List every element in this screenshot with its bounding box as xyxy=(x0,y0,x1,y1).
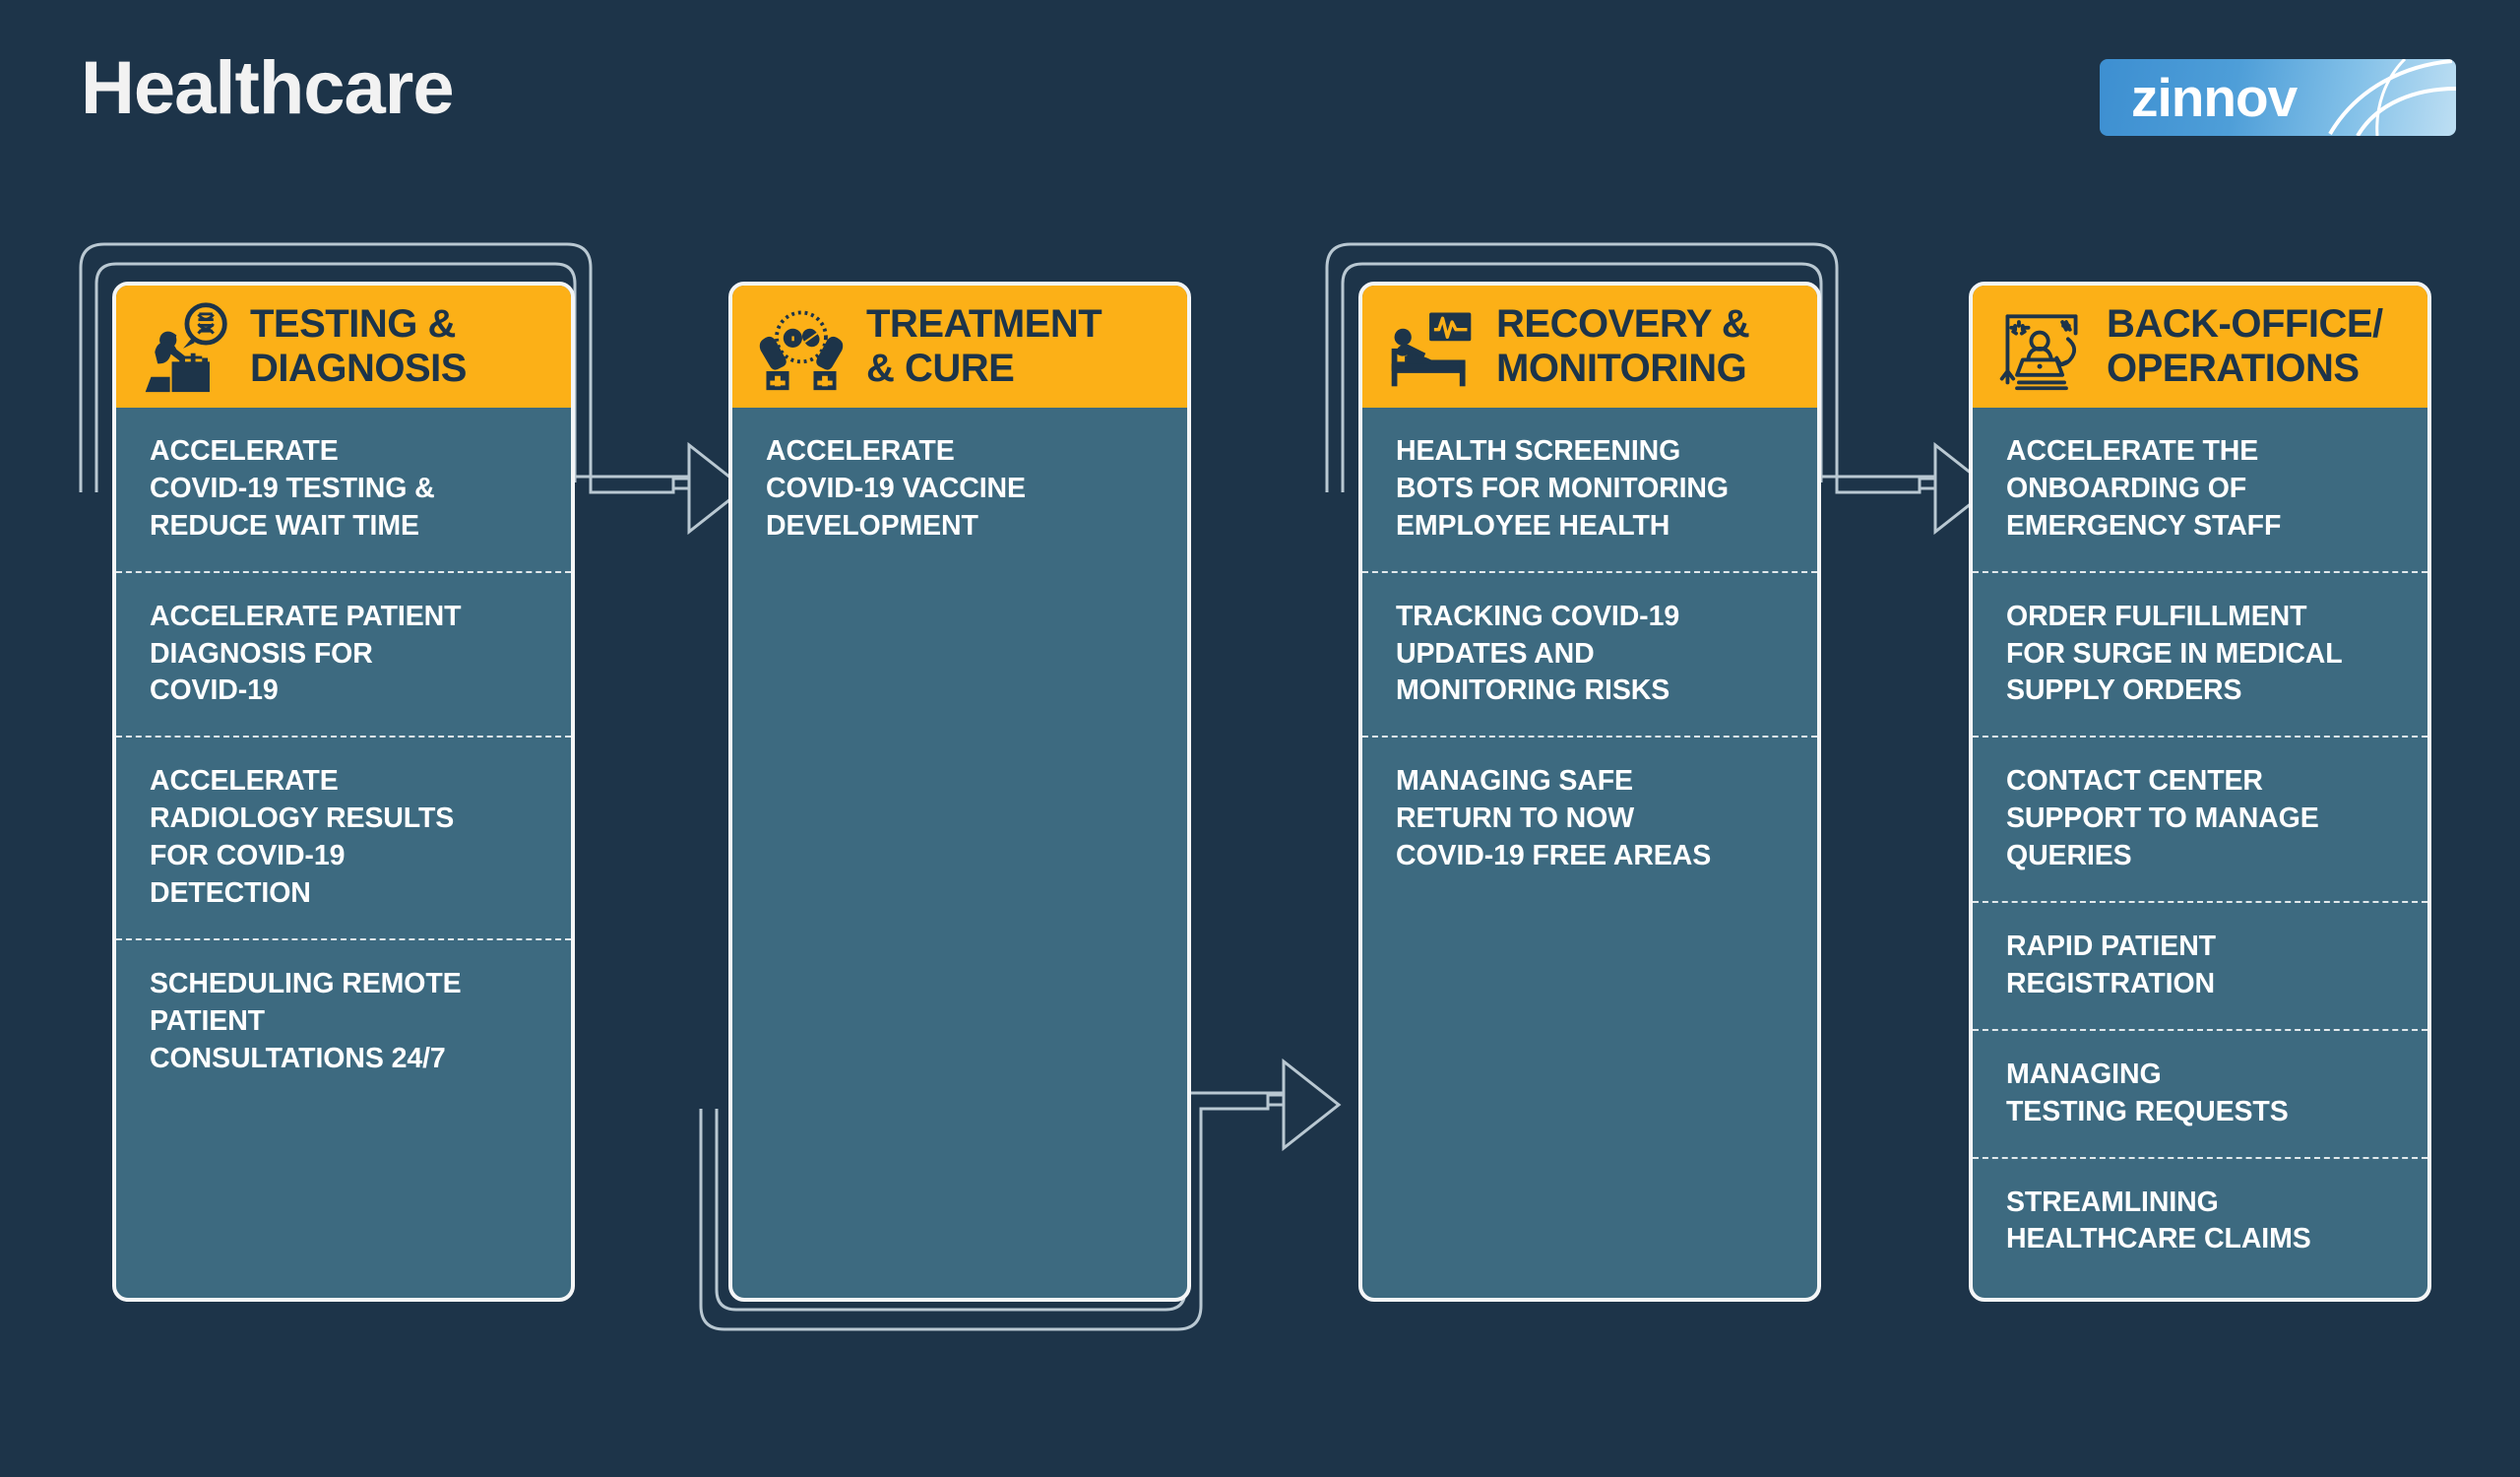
list-item[interactable]: ORDER FULFILLMENT FOR SURGE IN MEDICAL S… xyxy=(1973,573,2427,738)
list-item[interactable]: ACCELERATE COVID-19 VACCINE DEVELOPMENT xyxy=(732,408,1187,571)
stage-card-recovery-monitoring[interactable]: RECOVERY & MONITORING HEALTH SCREENING B… xyxy=(1358,282,1821,1302)
stage-title: TREATMENT & CURE xyxy=(866,301,1102,390)
list-item[interactable]: CONTACT CENTER SUPPORT TO MANAGE QUERIES xyxy=(1973,738,2427,904)
list-item[interactable]: MANAGING SAFE RETURN TO NOW COVID-19 FRE… xyxy=(1362,738,1817,901)
stage-item-list: ACCELERATE THE ONBOARDING OF EMERGENCY S… xyxy=(1973,408,2427,1284)
stage-header: BACK-OFFICE/ OPERATIONS xyxy=(1973,286,2427,408)
list-item[interactable]: STREAMLINING HEALTHCARE CLAIMS xyxy=(1973,1159,2427,1285)
stage-title: TESTING & DIAGNOSIS xyxy=(250,301,467,390)
lab-technician-microscope-dna-icon xyxy=(145,302,227,393)
list-item[interactable]: MANAGING TESTING REQUESTS xyxy=(1973,1031,2427,1159)
patient-bed-ecg-monitor-icon xyxy=(1391,312,1472,387)
stage-card-testing-diagnosis[interactable]: TESTING & DIAGNOSIS ACCELERATE COVID-19 … xyxy=(112,282,575,1302)
stage-title: RECOVERY & MONITORING xyxy=(1496,301,1750,390)
stage-header: RECOVERY & MONITORING xyxy=(1362,286,1817,408)
stage-item-list: ACCELERATE COVID-19 VACCINE DEVELOPMENT xyxy=(732,408,1187,571)
stage-item-list: ACCELERATE COVID-19 TESTING & REDUCE WAI… xyxy=(116,408,571,1104)
office-worker-laptop-desk-icon xyxy=(1999,314,2078,391)
list-item[interactable]: SCHEDULING REMOTE PATIENT CONSULTATIONS … xyxy=(116,940,571,1104)
stage-header: TREATMENT & CURE xyxy=(732,286,1187,408)
list-item[interactable]: TRACKING COVID-19 UPDATES AND MONITORING… xyxy=(1362,573,1817,738)
list-item[interactable]: ACCELERATE RADIOLOGY RESULTS FOR COVID-1… xyxy=(116,738,571,940)
hands-holding-pills-icon xyxy=(759,310,844,391)
list-item[interactable]: RAPID PATIENT REGISTRATION xyxy=(1973,903,2427,1031)
stage-item-list: HEALTH SCREENING BOTS FOR MONITORING EMP… xyxy=(1362,408,1817,901)
stage-card-treatment-cure[interactable]: TREATMENT & CURE ACCELERATE COVID-19 VAC… xyxy=(728,282,1191,1302)
list-item[interactable]: ACCELERATE THE ONBOARDING OF EMERGENCY S… xyxy=(1973,408,2427,573)
stage-header: TESTING & DIAGNOSIS xyxy=(116,286,571,408)
stage-card-back-office-operations[interactable]: BACK-OFFICE/ OPERATIONS ACCELERATE THE O… xyxy=(1969,282,2431,1302)
stage-title: BACK-OFFICE/ OPERATIONS xyxy=(2107,301,2383,390)
list-item[interactable]: HEALTH SCREENING BOTS FOR MONITORING EMP… xyxy=(1362,408,1817,573)
list-item[interactable]: ACCELERATE PATIENT DIAGNOSIS FOR COVID-1… xyxy=(116,573,571,738)
list-item[interactable]: ACCELERATE COVID-19 TESTING & REDUCE WAI… xyxy=(116,408,571,573)
